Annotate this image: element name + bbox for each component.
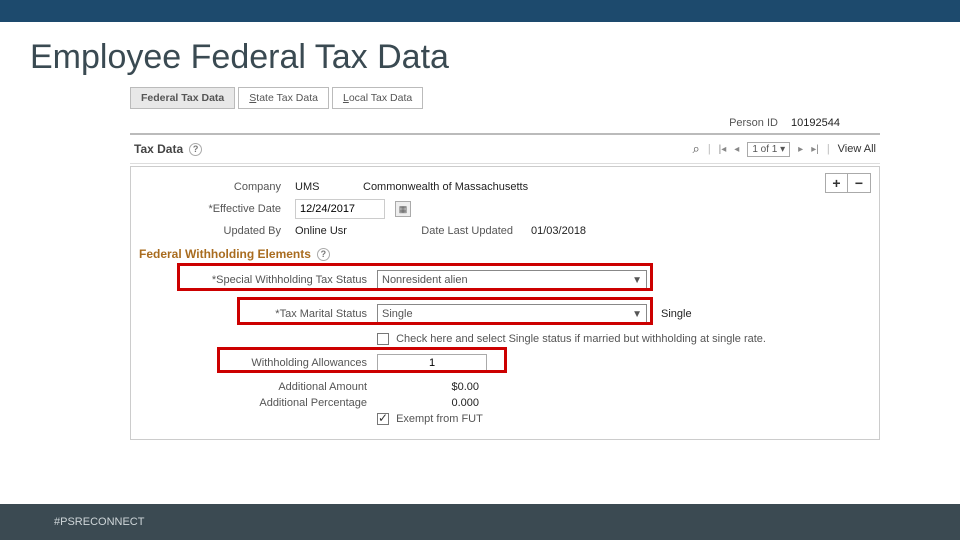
- slide-footer: #PSRECONNECT: [0, 504, 960, 540]
- company-description: Commonwealth of Massachusetts: [363, 181, 528, 193]
- special-withholding-status-value: Nonresident alien: [382, 274, 468, 286]
- tax-marital-status-select[interactable]: Single ▼: [377, 304, 647, 324]
- date-last-updated-label: Date Last Updated: [403, 225, 523, 237]
- remove-row-button[interactable]: −: [848, 174, 870, 192]
- row-add-remove: + −: [825, 173, 871, 193]
- pager-divider: |: [708, 143, 711, 155]
- tab-state-label: tate Tax Data: [256, 92, 318, 104]
- tab-local-label: ocal Tax Data: [349, 92, 412, 104]
- special-withholding-status-select[interactable]: Nonresident alien ▼: [377, 270, 647, 290]
- pager-range-select[interactable]: 1 of 1 ▾: [747, 142, 790, 157]
- person-id-value: 10192544: [791, 117, 840, 129]
- updated-by-label: Updated By: [137, 225, 287, 237]
- app-panel: Federal Tax Data State Tax Data Local Ta…: [130, 87, 880, 440]
- single-rate-note: Check here and select Single status if m…: [396, 333, 766, 345]
- help-icon[interactable]: ?: [189, 143, 202, 156]
- withholding-fields: Special Withholding Tax Status Nonreside…: [177, 265, 873, 425]
- tax-marital-status-side-text: Single: [661, 308, 692, 320]
- date-last-updated-value: 01/03/2018: [531, 225, 586, 237]
- tax-data-section-header: Tax Data ? ⌕ | |◂ ◂ 1 of 1 ▾ ▸ ▸| | View…: [130, 133, 880, 164]
- pager-last-icon[interactable]: ▸|: [811, 144, 819, 155]
- person-id-label: Person ID: [729, 117, 778, 129]
- additional-amount-label: Additional Amount: [177, 381, 377, 393]
- exempt-fut-checkbox[interactable]: [377, 413, 389, 425]
- pager-prev-icon[interactable]: ◂: [734, 144, 739, 155]
- tax-marital-status-label: Tax Marital Status: [177, 308, 377, 320]
- tax-data-form: + − Company UMS Commonwealth of Massachu…: [130, 166, 880, 440]
- tab-federal-tax-data[interactable]: Federal Tax Data: [130, 87, 235, 109]
- additional-percentage-label: Additional Percentage: [177, 397, 377, 409]
- federal-withholding-header: Federal Withholding Elements ?: [139, 247, 873, 261]
- view-all-link[interactable]: View All: [838, 143, 876, 155]
- pager-next-icon[interactable]: ▸: [798, 144, 803, 155]
- footer-hashtag: #PSRECONNECT: [54, 516, 144, 528]
- tab-strip: Federal Tax Data State Tax Data Local Ta…: [130, 87, 880, 109]
- chevron-down-icon: ▼: [632, 275, 642, 286]
- additional-amount-value: $0.00: [377, 381, 487, 393]
- tax-marital-status-value: Single: [382, 308, 413, 320]
- person-id-row: Person ID 10192544: [130, 113, 880, 133]
- search-icon[interactable]: ⌕: [693, 141, 700, 157]
- section-title: Tax Data: [134, 142, 183, 156]
- single-rate-checkbox[interactable]: [377, 333, 389, 345]
- tab-state-tax-data[interactable]: State Tax Data: [238, 87, 329, 109]
- help-icon[interactable]: ?: [317, 248, 330, 261]
- effective-date-input[interactable]: [295, 199, 385, 219]
- pager-first-icon[interactable]: |◂: [719, 144, 727, 155]
- additional-percentage-value: 0.000: [377, 397, 487, 409]
- chevron-down-icon: ▼: [632, 309, 642, 320]
- page-title: Employee Federal Tax Data: [0, 22, 960, 87]
- tab-local-tax-data[interactable]: Local Tax Data: [332, 87, 423, 109]
- federal-withholding-title: Federal Withholding Elements: [139, 247, 311, 261]
- add-row-button[interactable]: +: [826, 174, 848, 192]
- pager-divider-2: |: [827, 143, 830, 155]
- updated-by-value: Online Usr: [295, 225, 395, 237]
- company-label: Company: [137, 181, 287, 193]
- withholding-allowances-label: Withholding Allowances: [177, 357, 377, 369]
- company-value: UMS: [295, 181, 355, 193]
- effective-date-label: Effective Date: [137, 203, 287, 215]
- top-accent-bar: [0, 0, 960, 22]
- calendar-icon[interactable]: ▦: [395, 201, 411, 217]
- withholding-allowances-input[interactable]: [377, 354, 487, 372]
- grid-pager: ⌕ | |◂ ◂ 1 of 1 ▾ ▸ ▸| | View All: [693, 141, 876, 157]
- exempt-fut-label: Exempt from FUT: [396, 413, 483, 425]
- special-withholding-status-label: Special Withholding Tax Status: [177, 274, 377, 286]
